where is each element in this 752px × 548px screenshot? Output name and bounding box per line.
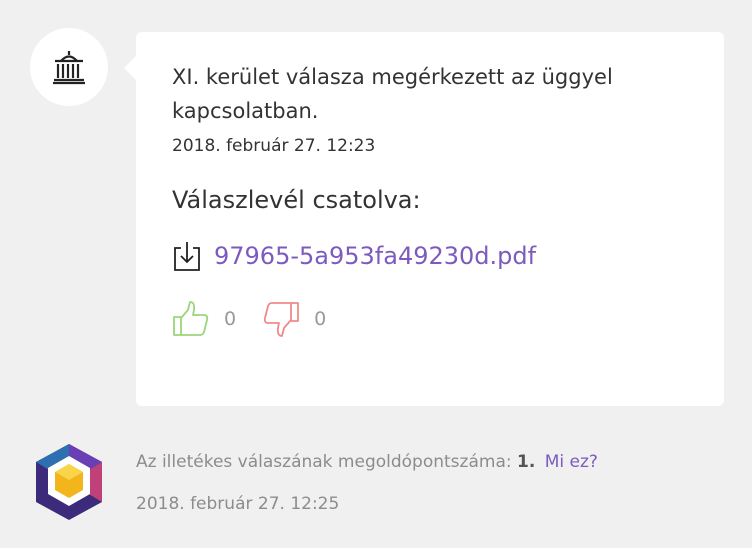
download-icon[interactable] (172, 240, 202, 272)
score-line: Az illetékes válaszának megoldópontszáma… (136, 452, 598, 472)
vote-bar: 0 0 (172, 300, 688, 338)
score-value: 1. (517, 452, 536, 472)
building-icon (53, 51, 85, 85)
thumbs-up-icon[interactable] (172, 300, 210, 338)
response-card: XI. kerület válasza megérkezett az üggye… (124, 32, 724, 406)
downvote-count: 0 (314, 308, 327, 330)
score-help-link[interactable]: Mi ez? (545, 452, 598, 472)
institution-avatar (30, 28, 108, 106)
hexagon-logo-icon (36, 444, 102, 520)
score-date: 2018. február 27. 12:25 (136, 494, 340, 514)
attachment-link[interactable]: 97965-5a953fa49230d.pdf (214, 242, 536, 270)
upvote-button[interactable]: 0 (172, 300, 236, 338)
upvote-count: 0 (224, 308, 237, 330)
card-pointer (124, 56, 136, 80)
attachment-heading: Válaszlevél csatolva: (172, 186, 421, 214)
downvote-button[interactable]: 0 (262, 300, 326, 338)
response-date: 2018. február 27. 12:23 (172, 136, 376, 156)
thumbs-down-icon[interactable] (262, 300, 300, 338)
response-message: XI. kerület válasza megérkezett az üggye… (172, 65, 613, 123)
score-label: Az illetékes válaszának megoldópontszáma… (136, 452, 512, 472)
attachment-row[interactable]: 97965-5a953fa49230d.pdf (172, 240, 688, 272)
